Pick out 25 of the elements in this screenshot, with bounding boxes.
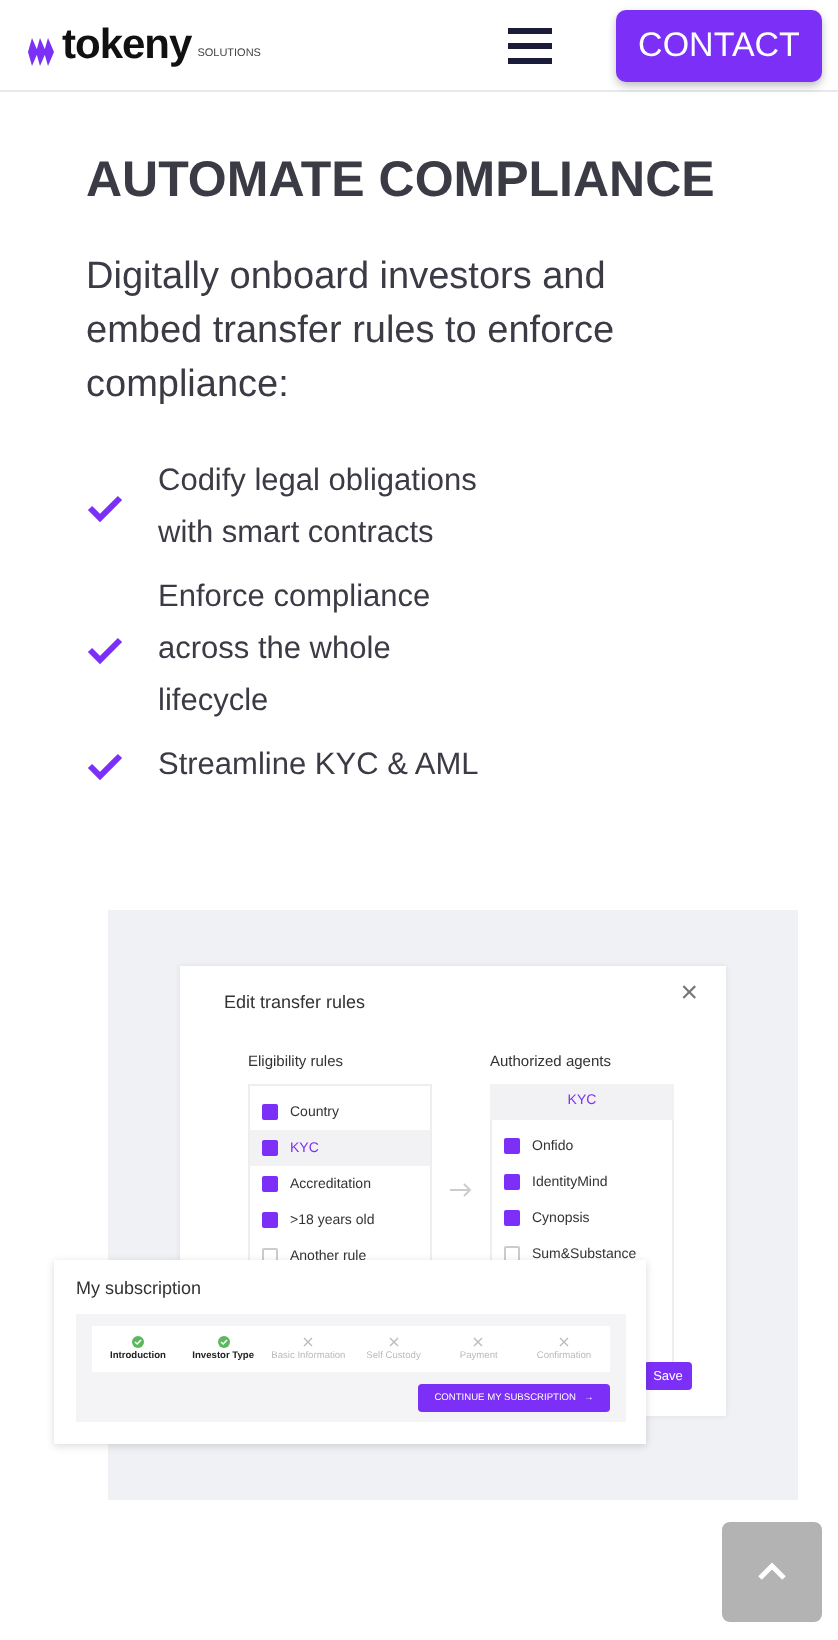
contact-button[interactable]: CONTACT: [616, 9, 822, 81]
check-icon: [86, 636, 124, 664]
bullet-text: Enforce compliance across the whole lifecycle: [158, 578, 433, 722]
checkbox[interactable]: [504, 1210, 520, 1226]
chevron-up-icon: [756, 1562, 788, 1582]
bullet-text: Codify legal obligations with smart contracts: [158, 462, 479, 554]
bullet-text: Streamline KYC & AML: [158, 746, 481, 786]
back-to-top-button[interactable]: [722, 1522, 822, 1622]
check-icon: [86, 752, 124, 780]
checkbox[interactable]: [504, 1138, 520, 1154]
checkbox[interactable]: [262, 1212, 278, 1228]
logo-icon: [28, 38, 56, 66]
checkbox[interactable]: [262, 1140, 278, 1156]
arrow-icon: [450, 1182, 472, 1198]
check-icon: [86, 494, 124, 522]
intro-text: Digitally onboard investors and embed transfer rules to enforce compliance:: [86, 254, 617, 410]
close-icon[interactable]: ×: [680, 978, 698, 1008]
logo-wordmark: tokeny: [62, 24, 192, 66]
card-title: My subscription: [74, 1276, 204, 1298]
checkbox[interactable]: [262, 1104, 278, 1120]
menu-icon[interactable]: [508, 27, 552, 63]
checkbox[interactable]: [504, 1174, 520, 1190]
dialog-title: Edit transfer rules: [224, 992, 366, 1012]
section-title: AUTOMATE COMPLIANCE: [86, 152, 717, 210]
checkbox[interactable]: [262, 1176, 278, 1192]
